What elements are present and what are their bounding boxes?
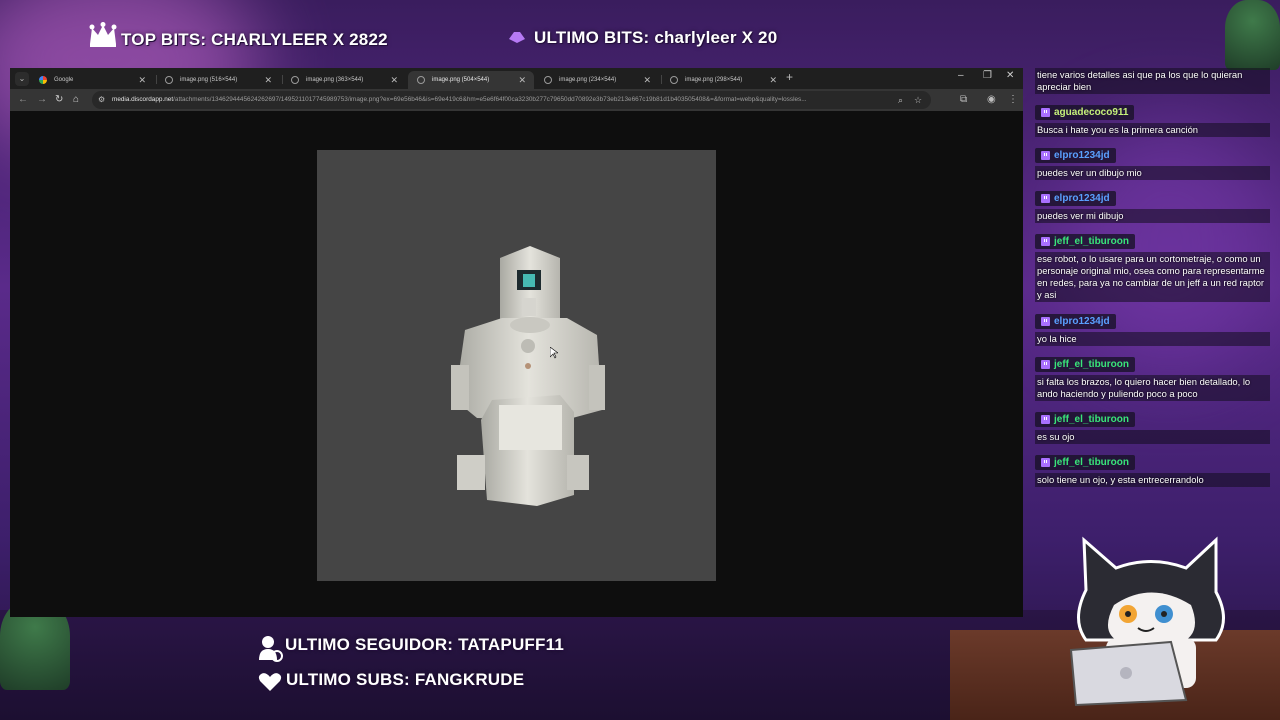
browser-toolbar: ← → ↻ ⌂ ⚙ media.discordapp.net/attachmen… bbox=[10, 89, 1023, 111]
twitch-icon bbox=[1041, 237, 1050, 246]
bookmark-star-icon[interactable]: ☆ bbox=[914, 93, 922, 107]
twitch-icon bbox=[1041, 194, 1050, 203]
tab-label: image.png (363×544) bbox=[306, 77, 364, 83]
chat-message-text: tiene varios detalles asi que pa los que… bbox=[1035, 68, 1270, 94]
twitch-icon bbox=[1041, 317, 1050, 326]
close-tab-icon[interactable]: ✕ bbox=[643, 71, 651, 89]
chat-username: elpro1234jd bbox=[1054, 150, 1110, 161]
twitch-icon bbox=[1041, 108, 1050, 117]
tab-image-234[interactable]: image.png (234×544) ✕ bbox=[535, 71, 659, 89]
site-settings-icon[interactable]: ⚙ bbox=[98, 93, 105, 107]
page-viewport bbox=[10, 111, 1023, 617]
globe-icon bbox=[544, 76, 552, 84]
browser-window: ⌄ Google ✕ image.png (516×544) ✕ image.p… bbox=[10, 68, 1023, 617]
tab-image-298[interactable]: image.png (298×544) ✕ bbox=[661, 71, 785, 89]
image-preview[interactable] bbox=[317, 150, 716, 581]
twitch-icon bbox=[1041, 458, 1050, 467]
ultimo-bits-label: ULTIMO BITS: charlyleer X 20 bbox=[534, 28, 778, 47]
crown-icon bbox=[89, 22, 117, 47]
zoom-icon[interactable]: ⌕ bbox=[898, 93, 903, 107]
chat-username-badge: elpro1234jd bbox=[1035, 148, 1116, 163]
close-tab-icon[interactable]: ✕ bbox=[138, 71, 146, 89]
new-tab-icon[interactable]: + bbox=[786, 70, 793, 84]
globe-icon bbox=[417, 76, 425, 84]
forward-icon[interactable]: → bbox=[37, 93, 47, 107]
address-bar[interactable]: ⚙ media.discordapp.net/attachments/13462… bbox=[92, 91, 931, 109]
tab-google[interactable]: Google ✕ bbox=[30, 71, 154, 89]
chat-username-badge: jeff_el_tiburoon bbox=[1035, 455, 1136, 470]
tab-label: image.png (504×544) bbox=[432, 77, 490, 83]
bits-gem-icon bbox=[509, 32, 525, 43]
chat-username-badge: elpro1234jd bbox=[1035, 191, 1116, 206]
chat-username-badge: jeff_el_tiburoon bbox=[1035, 412, 1136, 427]
chat-message-text: Busca i hate you es la primera canción bbox=[1035, 123, 1270, 137]
tab-search-button[interactable]: ⌄ bbox=[15, 72, 29, 86]
chat-message-text: yo la hice bbox=[1035, 332, 1270, 346]
tab-image-516[interactable]: image.png (516×544) ✕ bbox=[156, 71, 280, 89]
chat-message-text: es su ojo bbox=[1035, 430, 1270, 444]
url-host: media.discordapp.net bbox=[112, 96, 174, 103]
chat-username: jeff_el_tiburoon bbox=[1054, 414, 1130, 425]
home-icon[interactable]: ⌂ bbox=[73, 93, 79, 107]
tab-image-504[interactable]: image.png (504×544) ✕ bbox=[408, 71, 534, 89]
extensions-icon[interactable]: ⧉ bbox=[960, 93, 967, 107]
close-tab-icon[interactable]: ✕ bbox=[264, 71, 272, 89]
tab-label: image.png (298×544) bbox=[685, 77, 743, 83]
chat-message-text: puedes ver un dibujo mio bbox=[1035, 166, 1270, 180]
chat-username: jeff_el_tiburoon bbox=[1054, 359, 1130, 370]
top-bits-label: TOP BITS: CHARLYLEER X 2822 bbox=[121, 30, 388, 49]
twitch-icon bbox=[1041, 415, 1050, 424]
close-window-icon[interactable]: ✕ bbox=[1006, 70, 1014, 81]
more-menu-icon[interactable]: ⋮ bbox=[1008, 93, 1018, 107]
follower-icon bbox=[259, 636, 283, 662]
chat-message-text: ese robot, o lo usare para un cortometra… bbox=[1035, 252, 1270, 302]
close-tab-icon[interactable]: ✕ bbox=[390, 71, 398, 89]
chat-username-badge: jeff_el_tiburoon bbox=[1035, 357, 1136, 372]
minimize-icon[interactable]: – bbox=[958, 70, 964, 81]
globe-icon bbox=[291, 76, 299, 84]
globe-icon bbox=[165, 76, 173, 84]
profile-icon[interactable]: ◉ bbox=[987, 93, 996, 107]
tab-label: image.png (234×544) bbox=[559, 77, 617, 83]
stream-chat: tiene varios detalles asi que pa los que… bbox=[1023, 64, 1280, 496]
back-icon[interactable]: ← bbox=[18, 93, 28, 107]
twitch-icon bbox=[1041, 360, 1050, 369]
heart-icon bbox=[258, 673, 282, 691]
restore-icon[interactable]: ❐ bbox=[983, 70, 992, 81]
chat-message-text: puedes ver mi dibujo bbox=[1035, 209, 1270, 223]
robot-model-render bbox=[451, 246, 605, 506]
cat-avatar bbox=[1069, 536, 1225, 707]
chat-username-badge: jeff_el_tiburoon bbox=[1035, 234, 1136, 249]
url-path: /attachments/1346294445624262697/1495211… bbox=[173, 96, 807, 103]
mouse-cursor-icon bbox=[550, 347, 558, 359]
chat-message-text: solo tiene un ojo, y esta entrecerrandol… bbox=[1035, 473, 1270, 487]
chat-username: jeff_el_tiburoon bbox=[1054, 236, 1130, 247]
reload-icon[interactable]: ↻ bbox=[55, 93, 63, 107]
chat-username-badge: elpro1234jd bbox=[1035, 314, 1116, 329]
globe-icon bbox=[670, 76, 678, 84]
chat-username: elpro1234jd bbox=[1054, 193, 1110, 204]
twitch-icon bbox=[1041, 151, 1050, 160]
tab-label: image.png (516×544) bbox=[180, 77, 238, 83]
close-tab-icon[interactable]: ✕ bbox=[518, 71, 526, 89]
tab-label: Google bbox=[54, 77, 74, 83]
plant-decoration bbox=[1225, 0, 1280, 70]
chat-message-text: si falta los brazos, lo quiero hacer bie… bbox=[1035, 375, 1270, 401]
ultimo-subs-label: ULTIMO SUBS: FANGKRUDE bbox=[286, 670, 525, 689]
tab-image-363[interactable]: image.png (363×544) ✕ bbox=[282, 71, 406, 89]
chat-username: aguadecoco911 bbox=[1054, 107, 1129, 118]
chat-username: elpro1234jd bbox=[1054, 316, 1110, 327]
tab-strip: ⌄ Google ✕ image.png (516×544) ✕ image.p… bbox=[10, 68, 1023, 89]
close-tab-icon[interactable]: ✕ bbox=[769, 71, 777, 89]
ultimo-seguidor-label: ULTIMO SEGUIDOR: TATAPUFF11 bbox=[285, 635, 564, 654]
google-icon bbox=[39, 76, 47, 84]
url-text: media.discordapp.net/attachments/1346294… bbox=[112, 91, 892, 109]
chat-username-badge: aguadecoco911 bbox=[1035, 105, 1135, 120]
chat-username: jeff_el_tiburoon bbox=[1054, 457, 1130, 468]
